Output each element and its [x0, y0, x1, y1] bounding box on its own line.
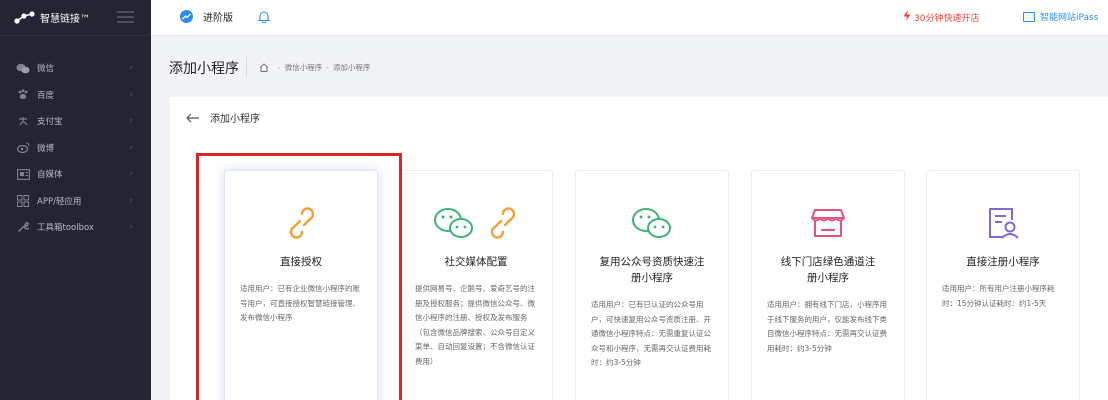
- chevron-right-icon: ›: [129, 116, 133, 127]
- chevron-right-icon: ›: [129, 89, 133, 100]
- card-description: 适用用户：已有企业微信小程序的账号用户，可直接授权智慧链接管理、发布微信小程序: [240, 284, 360, 322]
- sidebar-item-baidu[interactable]: 百度 ›: [0, 82, 151, 109]
- apps-icon: [16, 194, 30, 207]
- sidebar-item-toolbox[interactable]: 工具箱toolbox ›: [0, 214, 151, 241]
- sidebar-item-media[interactable]: 自媒体 ›: [0, 161, 151, 188]
- main-panel: 添加小程序 直接授权 适用用户：已有企业微信小程序的账号用户，可直接授权智慧链接…: [170, 97, 1108, 400]
- sidebar-item-label: 自媒体: [37, 170, 63, 181]
- sidebar-item-label: 支付宝: [37, 117, 63, 128]
- card-icons: [752, 203, 904, 243]
- card-description: 适用用户：所有用户注册小程序耗时：15分钟认证耗时：约1-5天: [942, 284, 1055, 308]
- divider: [246, 57, 247, 77]
- card-title: 线下门店绿色通道注册小程序: [780, 256, 876, 284]
- sidebar-item-label: 微博: [37, 143, 55, 154]
- paw-icon: [16, 89, 30, 100]
- ipass-link[interactable]: 智能网站iPass: [1023, 10, 1098, 23]
- chevron-right-icon: ›: [129, 63, 133, 74]
- store-icon: [811, 209, 845, 237]
- card-description: 适用用户：拥有线下门店，小程序用于线下服务的用户，仅能发布线下类目微信小程序特点…: [767, 300, 887, 353]
- ipass-label: 智能网站iPass: [1040, 13, 1099, 23]
- card-description: 适用用户：已有已认证的公众号用户，可快速复用公众号资质注册、开通微信小程序特点：…: [591, 300, 711, 367]
- card-offline-store[interactable]: 线下门店绿色通道注册小程序 适用用户：拥有线下门店，小程序用于线下服务的用户，仅…: [751, 170, 905, 400]
- card-direct-authorize[interactable]: 直接授权 适用用户：已有企业微信小程序的账号用户，可直接授权智慧链接管理、发布微…: [224, 170, 378, 400]
- sidebar-item-label: 工具箱toolbox: [37, 223, 94, 234]
- card-direct-register[interactable]: 直接注册小程序 适用用户：所有用户注册小程序耗时：15分钟认证耗时：约1-5天: [926, 170, 1080, 400]
- bell-icon[interactable]: [258, 10, 270, 23]
- chevron-right-icon: ›: [129, 195, 133, 206]
- chevron-right-icon: ›: [129, 169, 133, 180]
- page-title: 添加小程序: [169, 61, 239, 77]
- wechat-icon: [434, 208, 473, 238]
- card-icons: [927, 203, 1079, 243]
- wrench-icon: [16, 222, 30, 233]
- sidebar-item-label: 微信: [37, 64, 55, 75]
- trend-icon: [180, 10, 193, 23]
- sidebar-item-label: APP/轻应用: [37, 196, 82, 207]
- card-title: 社交媒体配置: [444, 256, 508, 268]
- card-icons: [225, 203, 377, 243]
- chevron-right-icon: ›: [129, 142, 133, 153]
- sidebar-item-wechat[interactable]: 微信 ›: [0, 55, 151, 82]
- breadcrumb: - 微信小程序 - 添加小程序: [246, 57, 371, 77]
- edition-label: 进阶版: [203, 13, 233, 24]
- card-title: 直接授权: [280, 256, 322, 268]
- media-icon: [16, 168, 30, 180]
- sidebar-item-weibo[interactable]: 微博 ›: [0, 135, 151, 162]
- topbar: 进阶版 30分钟快速开店 智能网站iPass: [151, 0, 1108, 36]
- breadcrumb-item: 添加小程序: [332, 63, 371, 72]
- menu-toggle-icon[interactable]: [117, 11, 134, 23]
- arrow-left-icon: [186, 113, 199, 122]
- breadcrumb-item[interactable]: 微信小程序: [285, 62, 323, 73]
- back-button[interactable]: 添加小程序: [186, 110, 260, 125]
- card-title: 直接注册小程序: [966, 256, 1040, 268]
- card-social-media[interactable]: 社交媒体配置 提供网易号、企鹅号、爱奇艺号的注册及授权服务；提供微信公众号、微信…: [399, 170, 553, 400]
- id-card-icon: [989, 208, 1019, 239]
- wechat-icon: [632, 208, 671, 238]
- promo-label: 30分钟快速开店: [914, 13, 980, 24]
- logo-icon: [14, 10, 35, 24]
- brand[interactable]: 智慧链接™: [0, 0, 151, 36]
- wechat-icon: [16, 63, 30, 74]
- brand-name: 智慧链接™: [40, 14, 90, 25]
- link-icon: [490, 207, 516, 239]
- card-title: 复用公众号资质快速注册小程序: [599, 256, 705, 284]
- website-icon: [1023, 11, 1035, 22]
- edition-indicator[interactable]: 进阶版: [180, 9, 233, 24]
- card-icons: [400, 203, 552, 243]
- card-icons: [576, 203, 728, 243]
- card-reuse-official-account[interactable]: 复用公众号资质快速注册小程序 适用用户：已有已认证的公众号用户，可快速复用公众号…: [575, 170, 729, 400]
- bolt-icon: [903, 10, 911, 24]
- sidebar: 智慧链接™ 微信 › 百度 › 支付宝 › 微博 › 自媒体 › APP/轻应用…: [0, 0, 151, 400]
- chevron-right-icon: ›: [129, 222, 133, 233]
- promo-link[interactable]: 30分钟快速开店: [903, 10, 979, 24]
- alipay-icon: [16, 116, 30, 127]
- link-icon: [289, 207, 315, 239]
- sidebar-item-apps[interactable]: APP/轻应用 ›: [0, 188, 151, 215]
- card-description: 提供网易号、企鹅号、爱奇艺号的注册及授权服务；提供微信公众号、微信小程序的注册、…: [415, 284, 535, 366]
- breadcrumb-separator: -: [326, 63, 329, 72]
- home-icon[interactable]: [259, 63, 269, 72]
- sidebar-item-alipay[interactable]: 支付宝 ›: [0, 108, 151, 135]
- weibo-icon: [16, 142, 30, 154]
- back-label: 添加小程序: [210, 114, 260, 125]
- breadcrumb-separator: -: [278, 63, 281, 72]
- page-header: 添加小程序 - 微信小程序 - 添加小程序: [151, 37, 1108, 97]
- sidebar-item-label: 百度: [37, 90, 55, 101]
- sidebar-nav: 微信 › 百度 › 支付宝 › 微博 › 自媒体 › APP/轻应用 › 工具箱…: [0, 55, 151, 241]
